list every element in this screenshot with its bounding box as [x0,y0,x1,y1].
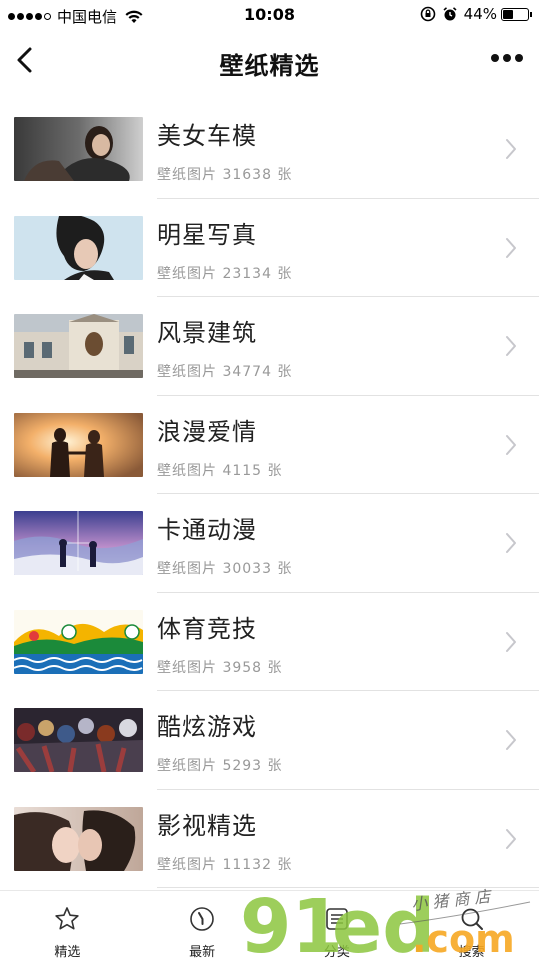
battery-icon [501,7,532,21]
chevron-right-icon [506,828,516,849]
item-thumbnail [14,314,143,378]
item-title: 浪漫爱情 [157,417,257,446]
item-title: 明星写真 [157,220,257,249]
item-count: 壁纸图片 34774 张 [157,364,293,380]
item-count: 壁纸图片 5293 张 [157,758,283,774]
thumbnail-olympic-rio-image [14,609,143,674]
item-thumbnail [14,806,143,871]
status-right: 44% [420,5,532,23]
navigation-bar: 壁纸精选 [0,30,539,92]
status-bar: 中国电信 10:08 44% [0,0,539,30]
tab-category[interactable]: 分类 [270,891,405,960]
thumbnail-anime-sky-image [14,511,143,575]
item-thumbnail [14,609,143,674]
chevron-right-icon [506,139,516,159]
chevron-right-icon [506,533,516,553]
thumbnail-sunset-couple-image [14,412,143,477]
tab-label: 分类 [323,945,350,960]
tab-bar: 精选 最新 分类 搜索 [0,890,539,960]
list-item[interactable]: 美女车模 壁纸图片 31638 张 [0,100,539,199]
item-title: 风景建筑 [157,319,257,347]
page-title: 壁纸精选 [219,52,320,80]
list-item[interactable]: 风景建筑 壁纸图片 34774 张 [0,297,539,396]
item-count: 壁纸图片 30033 张 [157,561,293,577]
tab-label: 最新 [189,945,216,960]
item-title: 影视精选 [157,811,257,840]
thumbnail-game-heroes-image [14,708,143,772]
clock-icon [190,907,214,931]
chevron-right-icon [506,730,516,750]
row-divider [157,887,539,888]
tab-latest[interactable]: 最新 [135,891,270,960]
list-icon [326,908,348,930]
list-item[interactable]: 酷炫游戏 壁纸图片 5293 张 [0,691,539,790]
item-count: 壁纸图片 3958 张 [157,659,283,676]
item-thumbnail [14,117,143,181]
item-count: 壁纸图片 31638 张 [157,167,293,183]
item-count: 壁纸图片 11132 张 [157,856,293,873]
app-screen: 中国电信 10:08 44% 壁纸精选 美女车模 壁纸图片 31638 张 明星… [0,0,539,960]
chevron-right-icon [506,434,516,455]
more-options-icon[interactable] [487,54,523,62]
tab-featured[interactable]: 精选 [0,891,135,960]
item-thumbnail [14,215,143,280]
star-icon [55,907,80,930]
thumbnail-celebrity-image [14,215,143,280]
item-count: 壁纸图片 4115 张 [157,462,283,479]
search-icon [461,908,483,930]
chevron-right-icon [506,336,516,356]
list-item[interactable]: 卡通动漫 壁纸图片 30033 张 [0,494,539,593]
thumbnail-portrait-image [14,117,143,181]
tab-search[interactable]: 搜索 [404,891,539,960]
chevron-right-icon [506,631,516,652]
thumbnail-architecture-image [14,314,143,378]
battery-percent: 44% [463,5,497,23]
item-title: 体育竞技 [157,614,257,643]
thumbnail-movie-kiss-image [14,806,143,871]
alarm-clock-icon [443,7,457,21]
chevron-right-icon [506,237,516,258]
item-thumbnail [14,511,143,575]
item-count: 壁纸图片 23134 张 [157,265,293,282]
list-item[interactable]: 浪漫爱情 壁纸图片 4115 张 [0,396,539,494]
rotation-lock-icon [420,6,435,22]
list-item[interactable]: 明星写真 壁纸图片 23134 张 [0,199,539,297]
tab-label: 精选 [54,945,81,960]
item-title: 卡通动漫 [157,516,257,544]
category-list: 美女车模 壁纸图片 31638 张 明星写真 壁纸图片 23134 张 风景建筑… [0,100,539,888]
item-thumbnail [14,708,143,772]
item-title: 酷炫游戏 [157,713,257,741]
item-thumbnail [14,412,143,477]
list-item[interactable]: 影视精选 壁纸图片 11132 张 [0,790,539,888]
list-item[interactable]: 体育竞技 壁纸图片 3958 张 [0,593,539,691]
tab-label: 搜索 [458,945,485,960]
item-title: 美女车模 [157,122,257,150]
